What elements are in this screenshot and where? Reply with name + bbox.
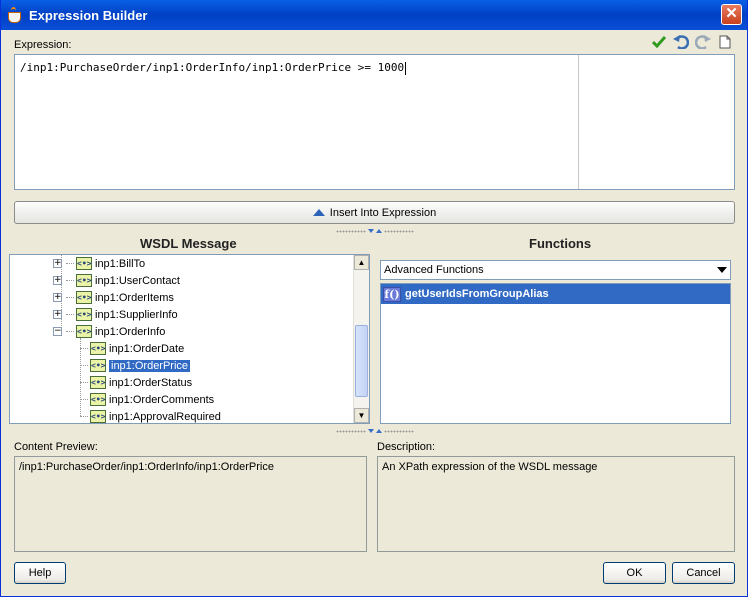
tree-node[interactable]: <•> inp1:OrderStatus (80, 374, 192, 391)
scroll-thumb[interactable] (355, 325, 368, 397)
tree-node[interactable]: + <•> inp1:OrderItems (53, 289, 174, 306)
collapse-down-icon (368, 429, 374, 433)
functions-title: Functions (529, 236, 592, 251)
tree-node-label: inp1:UserContact (95, 274, 180, 287)
tree-node-label: inp1:OrderDate (109, 342, 185, 355)
expression-text: /inp1:PurchaseOrder/inp1:OrderInfo/inp1:… (20, 61, 407, 75)
tree-node[interactable]: + <•> inp1:BillTo (53, 255, 145, 272)
xml-element-icon: <•> (90, 410, 106, 423)
function-icon: f() (383, 286, 401, 302)
xml-element-icon: <•> (76, 291, 92, 304)
window-title: Expression Builder (29, 7, 148, 23)
help-button-label: Help (28, 567, 52, 579)
function-item-label: getUserIdsFromGroupAlias (405, 288, 549, 300)
function-category-select[interactable]: Advanced Functions (380, 260, 731, 280)
tree-node-label: inp1:OrderStatus (109, 376, 193, 389)
undo-icon[interactable] (673, 34, 689, 50)
tree-node[interactable]: − <•> inp1:OrderInfo (53, 323, 165, 340)
expand-icon[interactable]: + (53, 276, 62, 285)
ok-button[interactable]: OK (603, 562, 666, 584)
cancel-button[interactable]: Cancel (672, 562, 735, 584)
tree-node[interactable]: <•> inp1:OrderComments (80, 391, 214, 408)
tree-node-label: inp1:BillTo (95, 257, 146, 270)
functions-list[interactable]: f() getUserIdsFromGroupAlias (380, 283, 731, 424)
xml-element-icon: <•> (76, 274, 92, 287)
expression-label: Expression: (14, 39, 72, 51)
redo-icon[interactable] (695, 34, 711, 50)
wsdl-tree[interactable]: + <•> inp1:BillTo + <•> inp1:UserContact… (9, 254, 370, 424)
insert-into-expression-button[interactable]: Insert Into Expression (14, 201, 735, 224)
chevron-up-icon (312, 209, 325, 216)
description-text: An XPath expression of the WSDL message (382, 461, 598, 473)
xml-element-icon: <•> (76, 257, 92, 270)
new-document-icon[interactable] (717, 34, 733, 50)
xml-element-icon: <•> (76, 308, 92, 321)
xml-element-icon: <•> (90, 393, 106, 406)
java-cup-icon (7, 7, 23, 23)
description-area: An XPath expression of the WSDL message (377, 456, 735, 552)
tree-vertical-scrollbar[interactable]: ▲ ▼ (353, 255, 369, 423)
chevron-down-icon[interactable] (717, 267, 727, 273)
function-category-value: Advanced Functions (384, 264, 484, 276)
insert-button-label: Insert Into Expression (329, 206, 437, 219)
tree-node-label: inp1:OrderItems (95, 291, 174, 304)
collapse-up-icon (376, 429, 382, 433)
tree-node-label: inp1:SupplierInfo (95, 308, 178, 321)
xml-element-icon: <•> (76, 325, 92, 338)
top-splitter-handle[interactable] (335, 228, 415, 234)
expression-toolbar (651, 34, 733, 50)
bottom-splitter-handle[interactable] (335, 428, 415, 434)
expression-editor[interactable]: /inp1:PurchaseOrder/inp1:OrderInfo/inp1:… (14, 54, 735, 190)
cancel-button-label: Cancel (686, 567, 721, 579)
scroll-down-icon[interactable]: ▼ (354, 408, 369, 423)
collapse-up-icon (376, 229, 382, 233)
help-button[interactable]: Help (14, 562, 66, 584)
collapse-down-icon (368, 229, 374, 233)
tree-node-label: inp1:ApprovalRequired (109, 410, 221, 423)
tree-node-selected[interactable]: <•> inp1:OrderPrice (80, 357, 191, 374)
close-button[interactable]: ✕ (721, 4, 742, 25)
xml-element-icon: <•> (90, 376, 106, 389)
ok-button-label: OK (626, 567, 643, 579)
tree-node-label: inp1:OrderPrice (109, 359, 191, 372)
expression-builder-dialog: Expression Builder ✕ Expression: /inp1:P… (0, 0, 748, 597)
tree-node-label: inp1:OrderInfo (95, 325, 166, 338)
content-preview-label: Content Preview: (14, 441, 98, 453)
expression-margin-divider (578, 55, 579, 189)
xml-element-icon: <•> (90, 342, 106, 355)
wsdl-message-title: WSDL Message (140, 236, 237, 251)
collapse-icon[interactable]: − (53, 327, 62, 336)
xml-element-icon: <•> (90, 359, 106, 372)
tree-node[interactable]: <•> inp1:ApprovalRequired (80, 408, 221, 423)
description-label: Description: (377, 441, 436, 453)
title-bar[interactable]: Expression Builder ✕ (1, 0, 747, 30)
tree-node[interactable]: + <•> inp1:SupplierInfo (53, 306, 178, 323)
tree-node[interactable]: <•> inp1:OrderDate (80, 340, 184, 357)
text-caret (405, 61, 407, 75)
expand-icon[interactable]: + (53, 310, 62, 319)
tree-node[interactable]: + <•> inp1:UserContact (53, 272, 180, 289)
function-item-selected[interactable]: f() getUserIdsFromGroupAlias (381, 284, 730, 304)
expand-icon[interactable]: + (53, 259, 62, 268)
expand-icon[interactable]: + (53, 293, 62, 302)
scroll-up-icon[interactable]: ▲ (354, 255, 369, 270)
check-icon[interactable] (651, 34, 667, 50)
tree-node-label: inp1:OrderComments (109, 393, 215, 406)
content-preview-area: /inp1:PurchaseOrder/inp1:OrderInfo/inp1:… (14, 456, 367, 552)
content-preview-text: /inp1:PurchaseOrder/inp1:OrderInfo/inp1:… (19, 461, 274, 473)
